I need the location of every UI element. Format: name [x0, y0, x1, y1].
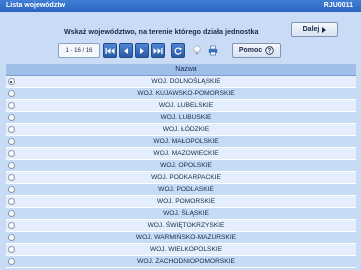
last-page-button[interactable]: [151, 43, 165, 58]
row-select-cell: [6, 234, 16, 241]
refresh-icon: [174, 46, 183, 55]
table-row[interactable]: WOJ. LUBUSKIE: [6, 112, 356, 124]
row-name: WOJ. ŁÓDZKIE: [162, 126, 210, 133]
table-row[interactable]: WOJ. POMORSKIE: [6, 196, 356, 208]
table-row[interactable]: WOJ. PODLASKIE: [6, 184, 356, 196]
row-radio[interactable]: [7, 78, 15, 85]
row-name: WOJ. MAZOWIECKIE: [153, 150, 219, 157]
table-row[interactable]: WOJ. KUJAWSKO-POMORSKIE: [6, 88, 356, 100]
table-row[interactable]: WOJ. ŚLĄSKIE: [6, 208, 356, 220]
table-row[interactable]: WOJ. ZACHODNIOPOMORSKIE: [6, 256, 356, 268]
row-select-cell: [6, 222, 16, 229]
row-radio[interactable]: [7, 246, 15, 253]
row-radio[interactable]: [7, 90, 15, 97]
row-select-cell: [6, 90, 16, 97]
row-name: WOJ. ZACHODNIOPOMORSKIE: [137, 258, 235, 265]
row-radio[interactable]: [7, 150, 15, 157]
prev-page-button[interactable]: [119, 43, 133, 58]
grid-header: Nazwa: [6, 64, 356, 76]
row-name: WOJ. POMORSKIE: [156, 198, 216, 205]
table-row[interactable]: WOJ. ŁÓDZKIE: [6, 124, 356, 136]
hint-button[interactable]: [191, 44, 203, 57]
row-radio[interactable]: [7, 114, 15, 121]
next-button-label: Dalej: [302, 26, 320, 33]
last-page-icon: [153, 47, 163, 54]
row-select-cell: [6, 174, 16, 181]
arrow-right-icon: [322, 26, 327, 33]
row-name: WOJ. MAŁOPOLSKIE: [153, 138, 219, 145]
table-row[interactable]: WOJ. WIELKOPOLSKIE: [6, 244, 356, 256]
row-radio[interactable]: [7, 174, 15, 181]
grid-body: WOJ. DOLNOŚLĄSKIE WOJ. KUJAWSKO-POMORSKIE…: [6, 76, 356, 268]
row-select-cell: [6, 246, 16, 253]
title-bar: Lista województw RJU0011: [0, 0, 361, 12]
table-row[interactable]: WOJ. MAZOWIECKIE: [6, 148, 356, 160]
table-row[interactable]: WOJ. LUBELSKIE: [6, 100, 356, 112]
print-button[interactable]: [207, 44, 219, 57]
table-row[interactable]: WOJ. MAŁOPOLSKIE: [6, 136, 356, 148]
row-name: WOJ. KUJAWSKO-POMORSKIE: [137, 90, 235, 97]
window: Lista województw RJU0011 Wskaż województ…: [0, 0, 361, 270]
row-select-cell: [6, 114, 16, 121]
next-button[interactable]: Dalej: [291, 22, 338, 37]
row-name: WOJ. ŚLĄSKIE: [163, 210, 209, 217]
instruction-text: Wskaż województwo, na terenie którego dz…: [64, 27, 259, 36]
row-radio[interactable]: [7, 222, 15, 229]
row-select-cell: [6, 258, 16, 265]
voivodeship-grid: Nazwa WOJ. DOLNOŚLĄSKIE WOJ. KUJAWSKO-POM…: [6, 64, 356, 268]
refresh-button[interactable]: [171, 43, 185, 58]
table-row[interactable]: WOJ. DOLNOŚLĄSKIE: [6, 76, 356, 88]
row-select-cell: [6, 162, 16, 169]
row-radio[interactable]: [7, 186, 15, 193]
row-radio[interactable]: [7, 162, 15, 169]
row-radio[interactable]: [7, 210, 15, 217]
row-select-cell: [6, 198, 16, 205]
help-circle-icon: ?: [265, 46, 274, 55]
print-icon: [208, 45, 218, 56]
table-row[interactable]: WOJ. OPOLSKIE: [6, 160, 356, 172]
row-radio[interactable]: [7, 198, 15, 205]
window-title: Lista województw: [6, 2, 66, 9]
row-select-cell: [6, 186, 16, 193]
row-name: WOJ. LUBELSKIE: [158, 102, 214, 109]
row-select-cell: [6, 126, 16, 133]
row-name: WOJ. WIELKOPOLSKIE: [149, 246, 223, 253]
table-row[interactable]: WOJ. PODKARPACKIE: [6, 172, 356, 184]
help-button[interactable]: Pomoc ?: [232, 43, 281, 58]
screen-code: RJU0011: [323, 2, 353, 9]
row-name: WOJ. OPOLSKIE: [160, 162, 212, 169]
row-radio[interactable]: [7, 126, 15, 133]
bulb-icon: [193, 45, 201, 55]
row-radio[interactable]: [7, 258, 15, 265]
row-select-cell: [6, 138, 16, 145]
row-radio[interactable]: [7, 138, 15, 145]
row-radio[interactable]: [7, 234, 15, 241]
next-page-icon: [140, 47, 144, 54]
row-select-cell: [6, 210, 16, 217]
column-header-name[interactable]: Nazwa: [16, 66, 356, 73]
pager-range: 1 - 16 / 16: [58, 43, 100, 58]
table-row[interactable]: WOJ. ŚWIĘTOKRZYSKIE: [6, 220, 356, 232]
row-name: WOJ. DOLNOŚLĄSKIE: [151, 78, 221, 85]
row-radio[interactable]: [7, 102, 15, 109]
row-name: WOJ. ŚWIĘTOKRZYSKIE: [147, 222, 225, 229]
help-button-label: Pomoc: [238, 47, 263, 54]
first-page-button[interactable]: [103, 43, 117, 58]
first-page-icon: [105, 47, 115, 54]
row-name: WOJ. PODKARPACKIE: [151, 174, 221, 181]
prev-page-icon: [124, 47, 128, 54]
row-select-cell: [6, 78, 16, 85]
row-name: WOJ. LUBUSKIE: [160, 114, 212, 121]
table-row[interactable]: WOJ. WARMIŃSKO-MAZURSKIE: [6, 232, 356, 244]
row-name: WOJ. WARMIŃSKO-MAZURSKIE: [135, 234, 237, 241]
row-select-cell: [6, 150, 16, 157]
next-page-button[interactable]: [135, 43, 149, 58]
row-name: WOJ. PODLASKIE: [158, 186, 214, 193]
row-select-cell: [6, 102, 16, 109]
svg-text:?: ?: [268, 49, 272, 55]
